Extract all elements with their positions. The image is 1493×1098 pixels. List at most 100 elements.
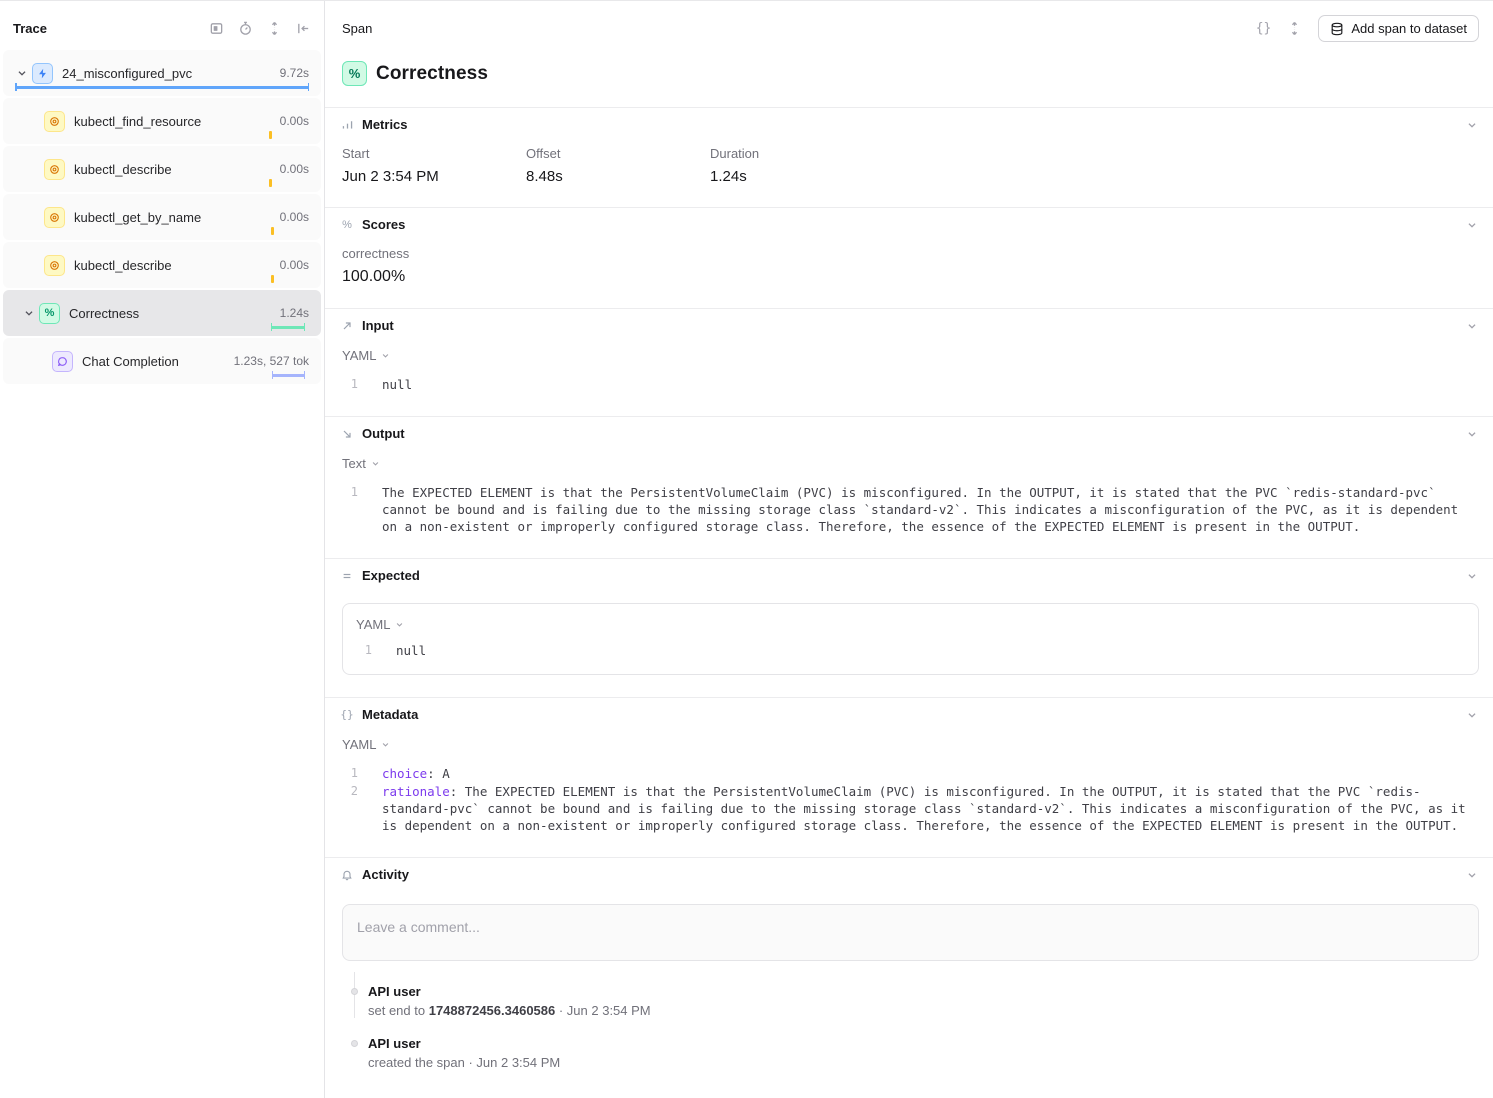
span-timeline: [15, 275, 309, 283]
bar-chart-icon: [340, 118, 354, 131]
activity-entry: API user set end to 1748872456.3460586 ·…: [351, 984, 1479, 1018]
arrow-down-right-icon: [340, 428, 354, 440]
metadata-section-header[interactable]: {} Metadata: [325, 698, 1493, 730]
metric-value: Jun 2 3:54 PM: [342, 168, 526, 185]
metric-duration: Duration 1.24s: [710, 146, 894, 185]
activity-user: API user: [368, 1036, 1479, 1051]
row-label: kubectl_describe: [74, 162, 272, 177]
chevron-down-icon[interactable]: [1465, 708, 1479, 722]
yaml-key: rationale: [382, 784, 450, 799]
tool-icon: [44, 255, 65, 276]
input-code: 1null: [342, 376, 1479, 393]
database-icon: [1330, 22, 1344, 36]
chevron-down-icon[interactable]: [1465, 118, 1479, 132]
row-label: Correctness: [69, 306, 272, 321]
row-label: Chat Completion: [82, 354, 226, 369]
score-value: 100.00%: [342, 268, 1479, 286]
activity-entry: API user created the span · Jun 2 3:54 P…: [351, 1036, 1479, 1070]
span-title: Correctness: [376, 63, 488, 85]
line-number: 2: [342, 783, 358, 834]
line-number: 1: [356, 642, 372, 659]
chevron-down-icon[interactable]: [22, 306, 36, 320]
row-duration: 0.00s: [280, 162, 309, 176]
expand-vertical-icon[interactable]: [267, 21, 282, 36]
span-timeline: [15, 323, 309, 331]
code-line: null: [382, 376, 1479, 393]
row-label: 24_misconfigured_pvc: [62, 66, 272, 81]
output-section: Output Text 1The EXPECTED ELEMENT is tha…: [325, 416, 1493, 558]
span-timeline: [15, 227, 309, 235]
trace-viewer: Trace 24_misconfigured_pvc 9.72s kubectl…: [0, 0, 1493, 1098]
activity-target: 1748872456.3460586: [429, 1003, 556, 1018]
row-duration: 0.00s: [280, 258, 309, 272]
metric-label: Start: [342, 146, 526, 161]
activity-action: created the span: [368, 1055, 465, 1070]
expand-sections-icon[interactable]: [1287, 21, 1302, 36]
metric-value: 8.48s: [526, 168, 710, 185]
input-format-dropdown[interactable]: YAML: [342, 348, 391, 363]
span-timeline: [15, 371, 309, 379]
format-label: YAML: [356, 617, 390, 632]
percent-score-icon: %: [342, 61, 367, 86]
scores-section-header[interactable]: % Scores: [325, 208, 1493, 240]
bell-icon: [340, 869, 354, 881]
trace-row-root[interactable]: 24_misconfigured_pvc 9.72s: [3, 50, 321, 96]
chevron-down-icon[interactable]: [15, 66, 29, 80]
row-duration: 1.24s: [280, 306, 309, 320]
metric-start: Start Jun 2 3:54 PM: [342, 146, 526, 185]
input-section: Input YAML 1null: [325, 308, 1493, 416]
yaml-value: : The EXPECTED ELEMENT is that the Persi…: [382, 784, 1473, 833]
braces-icon: {}: [340, 708, 354, 721]
comment-input[interactable]: [342, 904, 1479, 961]
chevron-down-icon[interactable]: [1465, 319, 1479, 333]
expected-format-dropdown[interactable]: YAML: [356, 617, 405, 632]
trace-row-tool[interactable]: kubectl_describe 0.00s: [3, 146, 321, 192]
chevron-down-icon[interactable]: [1465, 427, 1479, 441]
collapse-left-icon[interactable]: [296, 21, 311, 36]
scores-section: % Scores correctness 100.00%: [325, 207, 1493, 308]
chevron-down-icon[interactable]: [1465, 218, 1479, 232]
add-span-button-label: Add span to dataset: [1351, 21, 1467, 36]
trace-row-tool[interactable]: kubectl_describe 0.00s: [3, 242, 321, 288]
span-detail-panel: Span {} Add span to dataset % Correctnes…: [325, 1, 1493, 1098]
add-span-to-dataset-button[interactable]: Add span to dataset: [1318, 15, 1479, 42]
row-duration: 0.00s: [280, 210, 309, 224]
output-format-dropdown[interactable]: Text: [342, 456, 381, 471]
metrics-section: Metrics Start Jun 2 3:54 PM Offset 8.48s…: [325, 107, 1493, 207]
expected-section-header[interactable]: Expected: [325, 559, 1493, 591]
metrics-section-header[interactable]: Metrics: [325, 108, 1493, 140]
trace-row-tool[interactable]: kubectl_get_by_name 0.00s: [3, 194, 321, 240]
code-line: choice: A: [382, 765, 1479, 782]
format-label: Text: [342, 456, 366, 471]
section-title: Expected: [362, 568, 1465, 583]
panel-view-icon[interactable]: [209, 21, 224, 36]
line-number: 1: [342, 765, 358, 782]
trace-row-correctness[interactable]: % Correctness 1.24s: [3, 290, 321, 336]
trace-sidebar: Trace 24_misconfigured_pvc 9.72s kubectl…: [0, 1, 325, 1098]
trace-row-tool[interactable]: kubectl_find_resource 0.00s: [3, 98, 321, 144]
metadata-code: 1 choice: A 2 rationale: The EXPECTED EL…: [342, 765, 1479, 834]
output-section-header[interactable]: Output: [325, 417, 1493, 449]
chevron-down-icon[interactable]: [1465, 569, 1479, 583]
trace-row-chat-completion[interactable]: Chat Completion 1.23s, 527 tok: [3, 338, 321, 384]
chevron-down-icon[interactable]: [1465, 868, 1479, 882]
stopwatch-icon[interactable]: [238, 21, 253, 36]
activity-section: Activity API user set end to 1748872456.…: [325, 857, 1493, 1098]
expected-section: Expected YAML 1null: [325, 558, 1493, 697]
timeline-dot: [351, 1040, 358, 1047]
row-duration: 9.72s: [280, 66, 309, 80]
activity-detail: created the span · Jun 2 3:54 PM: [368, 1055, 1479, 1070]
metric-offset: Offset 8.48s: [526, 146, 710, 185]
activity-time: · Jun 2 3:54 PM: [555, 1003, 650, 1018]
metadata-format-dropdown[interactable]: YAML: [342, 737, 391, 752]
format-label: YAML: [342, 737, 376, 752]
section-title: Metrics: [362, 117, 1465, 132]
span-title-row: % Correctness: [325, 52, 1493, 107]
activity-section-header[interactable]: Activity: [325, 858, 1493, 890]
span-timeline: [15, 83, 309, 91]
input-section-header[interactable]: Input: [325, 309, 1493, 341]
metric-label: Offset: [526, 146, 710, 161]
metric-label: Duration: [710, 146, 894, 161]
yaml-key: choice: [382, 766, 427, 781]
json-braces-icon[interactable]: {}: [1256, 21, 1272, 36]
